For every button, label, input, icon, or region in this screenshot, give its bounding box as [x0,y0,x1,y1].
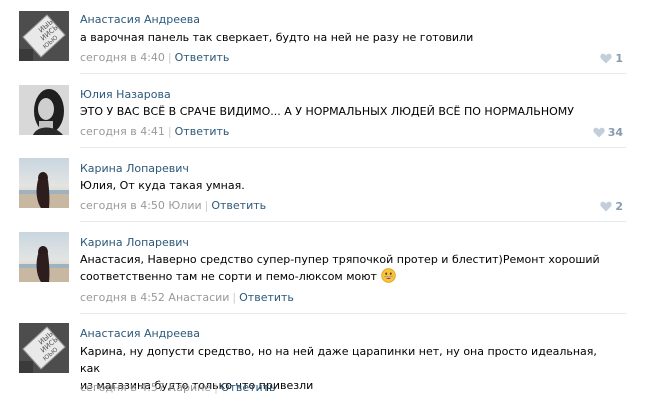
comment-text-line-2: соответственно там не сорти и пемо-люксо… [80,268,620,285]
heart-icon [600,53,612,64]
comment-author[interactable]: Карина Лопаревич [80,162,189,175]
like-button[interactable]: 34 [593,126,623,139]
comment-meta: сегодня в 4:57 Карине | Ответить [80,381,276,394]
beach-avatar-image [19,232,69,282]
comment-author[interactable]: Анастасия Андреева [80,327,200,340]
comment-text-line-1: Анастасия, Наверно средство супер-пупер … [80,253,600,266]
comment-time[interactable]: сегодня в 4:40 [80,51,165,64]
avatar[interactable] [19,85,69,135]
divider [80,147,626,148]
avatar[interactable] [19,232,69,282]
reply-link[interactable]: Ответить [221,381,276,394]
meta-separator: | [204,199,209,212]
meta-separator: | [167,51,172,64]
comment-text: ЭТО У ВАС ВСЁ В СРАЧЕ ВИДИМО... А У НОРМ… [80,105,574,118]
comment-meta: сегодня в 4:50 Юлии | Ответить [80,199,266,212]
comment-time[interactable]: сегодня в 4:50 Юлии [80,199,202,212]
reply-link[interactable]: Ответить [175,51,230,64]
divider [80,313,626,314]
heart-icon [600,201,612,212]
comment-time[interactable]: сегодня в 4:52 Анастасии [80,291,229,304]
avatar[interactable]: ИЫЬ- ИИСЬ ЮЬЮ [19,11,69,61]
divider [80,221,626,222]
reply-link[interactable]: Ответить [211,199,266,212]
beach-avatar-image [19,158,69,208]
like-count: 2 [615,200,623,213]
sign-avatar-image: ИЫЬ- ИИСЬ ЮЬЮ [19,11,69,61]
comment-text: Юлия, От куда такая умная. [80,179,245,192]
meta-separator: | [214,381,218,394]
meta-separator: | [167,125,172,138]
comment-time[interactable]: сегодня в 4:41 [80,125,165,138]
like-count: 1 [615,52,623,65]
comment-text-line-2-content: соответственно там не сорти и пемо-люксо… [80,270,377,283]
comment-author[interactable]: Юлия Назарова [80,88,171,101]
comment-text-line-1: Карина, ну допусти средство, но на ней д… [80,345,597,375]
divider [80,73,626,74]
reply-link[interactable]: Ответить [175,125,230,138]
comment-meta: сегодня в 4:41 | Ответить [80,125,229,138]
comment-text: а варочная панель так сверкает, будто на… [80,31,474,44]
sign-avatar-image: ИЫЬ- ИИСЬ ЮЬЮ [19,323,69,373]
avatar[interactable]: ИЫЬ- ИИСЬ ЮЬЮ [19,323,69,373]
comment-meta: сегодня в 4:52 Анастасии | Ответить [80,291,294,304]
like-button[interactable]: 2 [600,200,623,213]
comment-meta: сегодня в 4:40 | Ответить [80,51,229,64]
girl-bw-avatar-image [19,85,69,135]
comment-text: Анастасия, Наверно средство супер-пупер … [80,251,620,285]
like-button[interactable]: 1 [600,52,623,65]
avatar[interactable] [19,158,69,208]
grinning-emoji-icon [381,268,396,283]
reply-link[interactable]: Ответить [239,291,294,304]
comment-time[interactable]: сегодня в 4:57 Карине [80,381,211,394]
heart-icon [593,127,605,138]
like-count: 34 [607,126,623,139]
comment-author[interactable]: Карина Лопаревич [80,236,189,249]
meta-separator: | [232,291,237,304]
comment-author[interactable]: Анастасия Андреева [80,13,200,26]
